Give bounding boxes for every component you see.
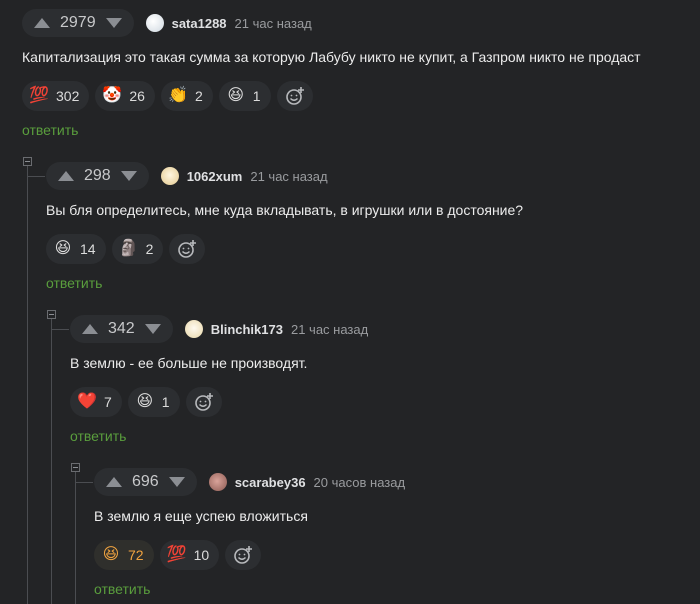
reply-link[interactable]: ответить — [70, 428, 126, 444]
thread-line — [27, 166, 28, 604]
username[interactable]: sata1288 — [172, 16, 227, 31]
moai-icon: 🗿 — [118, 240, 139, 257]
vote-control: 298 — [46, 162, 149, 190]
reply-link[interactable]: ответить — [46, 275, 102, 291]
rating-value: 2979 — [60, 14, 96, 31]
avatar[interactable] — [184, 320, 203, 338]
reaction-count: 10 — [193, 547, 210, 563]
comment-text: Капитализация это такая сумма за которую… — [22, 49, 641, 65]
reaction-hundred-points[interactable]: 💯 10 — [159, 540, 220, 570]
upvote-icon[interactable] — [34, 18, 50, 28]
reaction-clapping-hands[interactable]: 👏 2 — [160, 81, 213, 111]
add-emoji-icon — [178, 240, 197, 258]
reaction-count: 2 — [194, 88, 203, 104]
avatar[interactable] — [145, 14, 164, 32]
thread-line — [75, 472, 76, 604]
reaction-laughing-face[interactable]: 😆 72 — [94, 540, 154, 570]
laughing-face-icon: 😆 — [227, 87, 245, 104]
rating-value: 342 — [108, 320, 135, 337]
heart-icon: ❤️ — [77, 393, 97, 410]
reaction-hundred-points[interactable]: 💯 302 — [22, 81, 90, 111]
thread-line — [51, 319, 52, 604]
upvote-icon[interactable] — [82, 324, 98, 334]
reactions-bar: 💯 302 🤡 26 👏 2 😆 1 — [22, 81, 313, 111]
reaction-count: 7 — [104, 394, 112, 410]
add-reaction-button[interactable] — [169, 234, 206, 264]
downvote-icon[interactable] — [120, 171, 137, 181]
upvote-icon[interactable] — [106, 477, 122, 487]
reaction-count: 14 — [80, 241, 96, 257]
reaction-laughing-face[interactable]: 😆 14 — [46, 234, 106, 264]
add-emoji-icon — [285, 87, 304, 105]
thread-branch — [75, 482, 93, 483]
add-emoji-icon — [194, 393, 213, 411]
add-reaction-button[interactable] — [185, 387, 222, 417]
timestamp[interactable]: 21 час назад — [235, 16, 312, 31]
downvote-icon[interactable] — [105, 18, 122, 28]
thread-branch — [51, 329, 69, 330]
upvote-icon[interactable] — [58, 171, 74, 181]
collapse-thread-button[interactable] — [23, 157, 32, 166]
thread-branch — [27, 176, 45, 177]
reactions-bar: 😆 72 💯 10 — [94, 540, 262, 570]
add-reaction-button[interactable] — [276, 81, 313, 111]
vote-control: 696 — [94, 468, 197, 496]
reaction-count: 26 — [129, 88, 145, 104]
laughing-face-icon: 😆 — [102, 546, 120, 563]
rating-value: 298 — [84, 167, 111, 184]
reaction-count: 2 — [145, 241, 154, 257]
downvote-icon[interactable] — [144, 324, 161, 334]
reaction-count: 1 — [252, 88, 261, 104]
clapping-hands-icon: 👏 — [167, 87, 188, 104]
reaction-clown-face[interactable]: 🤡 26 — [95, 81, 155, 111]
laughing-face-icon: 😆 — [136, 393, 154, 410]
rating-value: 696 — [132, 473, 159, 490]
avatar[interactable] — [160, 167, 179, 185]
timestamp[interactable]: 21 час назад — [291, 322, 368, 337]
comment-header: 2979 sata1288 21 час назад — [22, 9, 312, 37]
reaction-count: 1 — [161, 394, 170, 410]
username[interactable]: 1062xum — [187, 169, 243, 184]
reaction-laughing-face[interactable]: 😆 1 — [127, 387, 180, 417]
reactions-bar: ❤️ 7 😆 1 — [70, 387, 222, 417]
add-emoji-icon — [234, 546, 253, 564]
collapse-thread-button[interactable] — [47, 310, 56, 319]
reactions-bar: 😆 14 🗿 2 — [46, 234, 206, 264]
username[interactable]: scarabey36 — [235, 475, 306, 490]
comment-text: В землю - ее больше не производят. — [70, 355, 308, 371]
collapse-thread-button[interactable] — [71, 463, 80, 472]
reaction-heart[interactable]: ❤️ 7 — [70, 387, 122, 417]
avatar[interactable] — [208, 473, 227, 491]
reaction-count: 72 — [128, 547, 144, 563]
reply-link[interactable]: ответить — [94, 581, 150, 597]
comment-header: 342 Blinchik173 21 час назад — [70, 315, 368, 343]
vote-control: 342 — [70, 315, 173, 343]
comment-header: 298 1062xum 21 час назад — [46, 162, 328, 190]
reaction-count: 302 — [56, 88, 80, 104]
hundred-points-icon: 💯 — [29, 87, 49, 104]
clown-face-icon: 🤡 — [102, 87, 123, 104]
add-reaction-button[interactable] — [225, 540, 262, 570]
comment-text: Вы бля определитесь, мне куда вкладывать… — [46, 202, 524, 218]
comment-text: В землю я еще успею вложиться — [94, 508, 308, 524]
laughing-face-icon: 😆 — [54, 240, 72, 257]
hundred-points-icon: 💯 — [166, 546, 187, 563]
vote-control: 2979 — [22, 9, 134, 37]
reaction-laughing-face[interactable]: 😆 1 — [218, 81, 271, 111]
reply-link[interactable]: ответить — [22, 122, 78, 138]
timestamp[interactable]: 21 час назад — [250, 169, 327, 184]
downvote-icon[interactable] — [168, 477, 185, 487]
comment-header: 696 scarabey36 20 часов назад — [94, 468, 405, 496]
timestamp[interactable]: 20 часов назад — [314, 475, 406, 490]
username[interactable]: Blinchik173 — [211, 322, 283, 337]
reaction-moai[interactable]: 🗿 2 — [111, 234, 164, 264]
